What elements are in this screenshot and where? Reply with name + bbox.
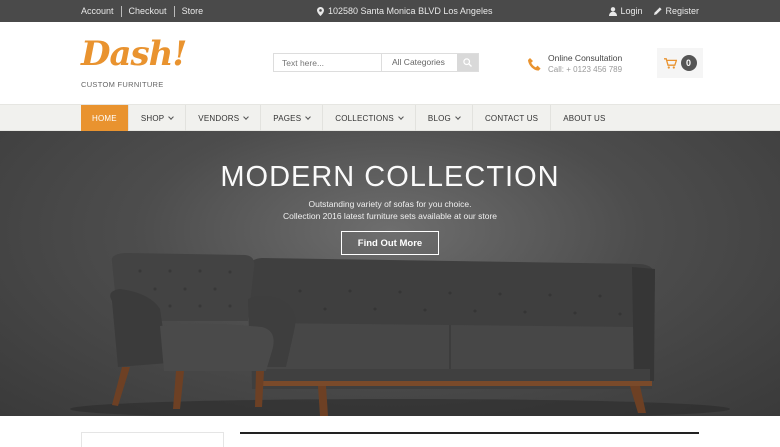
category-select[interactable]: All Categories bbox=[382, 54, 457, 71]
nav-item-home[interactable]: HOME bbox=[81, 105, 129, 131]
nav-item-shop[interactable]: SHOP bbox=[129, 105, 187, 131]
phone-icon bbox=[528, 57, 541, 71]
chevron-down-icon bbox=[168, 114, 175, 120]
login-label: Login bbox=[620, 6, 643, 16]
nav-label: CONTACT US bbox=[484, 113, 539, 123]
account-link[interactable]: Account bbox=[81, 6, 121, 17]
hero-subtitle-line: Collection 2016 latest furniture sets av… bbox=[282, 210, 498, 221]
nav-label: VENDORS bbox=[198, 113, 240, 123]
hero-title: MODERN COLLECTION bbox=[220, 161, 560, 193]
nav-label: COLLECTIONS bbox=[335, 113, 394, 123]
search-icon bbox=[463, 58, 473, 67]
hero-banner: MODERN COLLECTION Outstanding variety of… bbox=[0, 131, 780, 416]
nav-label: ABOUT US bbox=[563, 113, 606, 123]
hero-subtitle: Outstanding variety of sofas for you cho… bbox=[0, 199, 780, 222]
chevron-down-icon bbox=[398, 114, 404, 120]
nav-label: PAGES bbox=[273, 113, 302, 123]
search-bar: All Categories bbox=[273, 53, 479, 72]
nav-item-vendors[interactable]: VENDORS bbox=[186, 105, 262, 131]
nav-label: BLOG bbox=[427, 113, 451, 123]
logo-wordmark: Dash! bbox=[81, 34, 187, 74]
top-bar: Account Checkout Store 102580 Santa Moni… bbox=[0, 0, 780, 22]
consultation-title: Online Consultation bbox=[548, 53, 623, 63]
chevron-down-icon bbox=[455, 114, 461, 120]
section-divider bbox=[240, 432, 699, 434]
checkout-link[interactable]: Checkout bbox=[120, 5, 174, 17]
logo[interactable]: Dash! CUSTOM FURNITURE bbox=[81, 35, 187, 93]
nav-item-contact-us[interactable]: CONTACT US bbox=[473, 105, 552, 131]
cart-icon bbox=[663, 57, 677, 69]
search-button[interactable] bbox=[457, 54, 478, 71]
cart-button[interactable]: 0 bbox=[657, 48, 703, 78]
nav-item-pages[interactable]: PAGES bbox=[261, 105, 324, 131]
sidebar-panel bbox=[81, 432, 224, 447]
auth-links: Login Register bbox=[609, 0, 699, 22]
chevron-down-icon bbox=[305, 114, 312, 120]
location-pin-icon bbox=[317, 6, 324, 16]
address-text: 102580 Santa Monica BLVD Los Angeles bbox=[328, 6, 493, 16]
login-link[interactable]: Login bbox=[609, 6, 642, 16]
nav-item-collections[interactable]: COLLECTIONS bbox=[323, 105, 416, 131]
store-address: 102580 Santa Monica BLVD Los Angeles bbox=[317, 0, 492, 22]
main-nav: HOME SHOP VENDORS PAGES COLLECTIONS BLOG… bbox=[0, 104, 780, 131]
hero-subtitle-line: Outstanding variety of sofas for you cho… bbox=[308, 199, 472, 209]
find-out-more-button[interactable]: Find Out More bbox=[341, 231, 439, 255]
cart-count-badge: 0 bbox=[680, 55, 697, 71]
register-link[interactable]: Register bbox=[654, 6, 699, 16]
online-consultation: Online Consultation Call: + 0123 456 789 bbox=[527, 52, 622, 76]
nav-label: SHOP bbox=[140, 113, 165, 123]
nav-item-about-us[interactable]: ABOUT US bbox=[551, 105, 617, 131]
top-links: Account Checkout Store bbox=[81, 0, 210, 22]
chevron-down-icon bbox=[243, 114, 250, 120]
pencil-icon bbox=[654, 7, 663, 15]
logo-tagline: CUSTOM FURNITURE bbox=[81, 80, 164, 89]
nav-item-blog[interactable]: BLOG bbox=[416, 105, 473, 131]
consultation-phone: Call: + 0123 456 789 bbox=[548, 65, 623, 74]
search-input[interactable] bbox=[274, 54, 382, 71]
nav-label: HOME bbox=[92, 113, 117, 123]
register-label: Register bbox=[665, 6, 699, 16]
user-icon bbox=[609, 6, 618, 16]
site-header: Dash! CUSTOM FURNITURE All Categories On… bbox=[0, 22, 780, 104]
store-link[interactable]: Store bbox=[173, 5, 211, 17]
